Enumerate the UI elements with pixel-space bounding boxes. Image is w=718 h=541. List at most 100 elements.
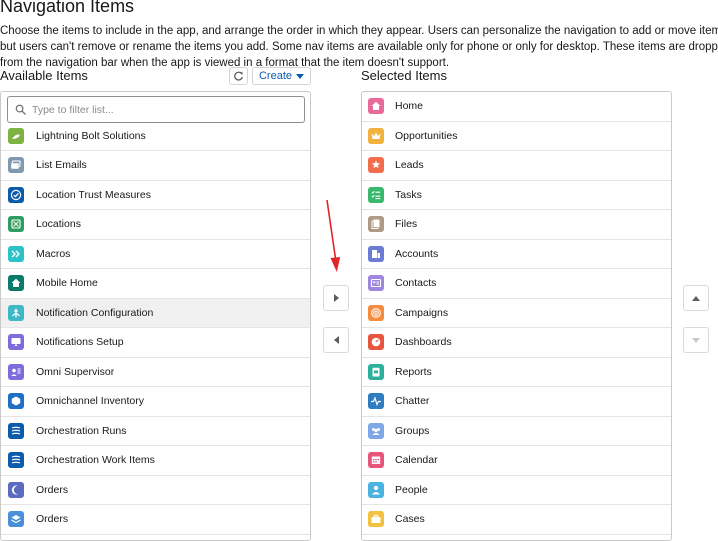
list-item[interactable]: Opportunities [362,122,671,151]
list-item-label: Calendar [395,454,438,467]
list-item[interactable]: Reports [362,358,671,387]
groups-icon [368,422,384,439]
list-item-label: Groups [395,424,430,437]
list-item[interactable]: Tasks [362,181,671,210]
list-item-label: Home [395,100,424,113]
monitor-icon [8,334,24,351]
create-button[interactable]: Create [252,67,311,85]
list-item[interactable]: Macros [1,240,310,269]
selected-items-label: Selected Items [361,68,447,83]
files-icon [368,216,384,233]
list-item-label: Reports [395,365,432,378]
move-up-button[interactable] [683,285,709,311]
list-item-label: Opportunities [395,129,458,142]
remove-from-selected-button[interactable] [323,327,349,353]
page-description: Choose the items to include in the app, … [0,25,718,69]
list-item[interactable]: Groups [362,417,671,446]
refresh-button[interactable] [229,67,248,85]
report-icon [368,363,384,380]
list-item[interactable]: Dashboards [362,328,671,358]
filter-input[interactable] [32,103,282,116]
building-icon [368,245,384,262]
supervisor-icon [8,363,24,380]
stack-icon [8,511,24,528]
list-item-label: Chatter [395,395,430,408]
calendar-icon [368,452,384,469]
list-item[interactable]: Locations [1,210,310,240]
list-item[interactable]: People [362,476,671,505]
available-items-list[interactable]: Lightning Bolt Solutions List Emails Loc… [0,91,311,541]
list-item[interactable]: Home [362,92,671,122]
refresh-icon [233,71,244,82]
list-item-label: Orders [36,513,69,526]
list-item-label: Orchestration Runs [36,424,127,437]
annotation-arrow [326,199,341,272]
selected-items-list[interactable]: Home Opportunities Leads Tasks Files Acc… [361,91,672,541]
person-icon [368,481,384,498]
macros-icon [8,245,24,262]
list-item-label: Tasks [395,188,422,201]
list-item[interactable]: Accounts [362,240,671,269]
list-item[interactable]: Leads [362,151,671,181]
moon-icon [8,481,24,498]
checklist-icon [368,186,384,203]
list-item[interactable]: Omni Supervisor [1,358,310,387]
filter-field[interactable] [7,96,305,123]
list-item-label: Notifications Setup [36,336,124,349]
list-item-label: Files [395,218,418,231]
list-item-label: List Emails [36,159,87,172]
pulse-icon [368,393,384,410]
orchestration-icon [8,452,24,469]
list-item[interactable]: Chatter [362,387,671,417]
list-item-selected[interactable]: Notification Configuration [1,298,310,328]
location-icon [8,216,24,233]
list-item-label: Contacts [395,277,437,290]
list-item[interactable]: Orchestration Work Items [1,446,310,476]
list-item-label: Mobile Home [36,277,98,290]
chevron-up-icon [692,295,700,301]
list-item[interactable]: Lightning Bolt Solutions [1,122,310,151]
list-item[interactable]: Calendar [362,446,671,476]
list-item[interactable]: Cases [362,505,671,535]
crown-icon [368,127,384,144]
list-item-label: Dashboards [395,336,452,349]
list-item[interactable]: Location Trust Measures [1,181,310,210]
home-icon [8,275,24,292]
gauge-icon [368,334,384,351]
list-item-label: People [395,483,428,496]
target-icon [368,304,384,321]
list-item[interactable]: Mobile Home [1,269,310,299]
list-item[interactable]: Orders [1,505,310,535]
star-person-icon [368,157,384,174]
list-item[interactable]: Orders [1,476,310,505]
list-item[interactable]: List Emails [1,151,310,181]
briefcase-icon [368,511,384,528]
available-items-label: Available Items [0,68,88,83]
list-item-label: Location Trust Measures [36,188,151,201]
list-item[interactable]: Files [362,210,671,240]
orchestration-icon [8,422,24,439]
add-to-selected-button[interactable] [323,285,349,311]
home-icon [368,98,384,115]
notification-config-icon [8,304,24,321]
list-item[interactable]: Omnichannel Inventory [1,387,310,417]
list-item-label: Orchestration Work Items [36,454,155,467]
list-item[interactable]: Contacts [362,269,671,299]
create-button-label: Create [258,70,293,82]
move-down-button[interactable] [683,327,709,353]
page-title: Navigation Items [0,0,135,16]
list-item-label: Accounts [395,247,439,260]
list-item-label: Notification Configuration [36,306,154,319]
lightning-bolt-icon [8,127,24,144]
list-item[interactable]: Notifications Setup [1,328,310,358]
list-item-label: Locations [36,218,81,231]
shield-check-icon [8,186,24,203]
list-item-label: Lightning Bolt Solutions [36,129,146,142]
list-item[interactable]: Campaigns [362,299,671,328]
list-item-label: Omni Supervisor [36,365,115,378]
list-item[interactable]: Orchestration Runs [1,417,310,446]
list-item-label: Omnichannel Inventory [36,395,144,408]
cube-icon [8,393,24,410]
list-item-label: Campaigns [395,306,449,319]
email-list-icon [8,157,24,174]
